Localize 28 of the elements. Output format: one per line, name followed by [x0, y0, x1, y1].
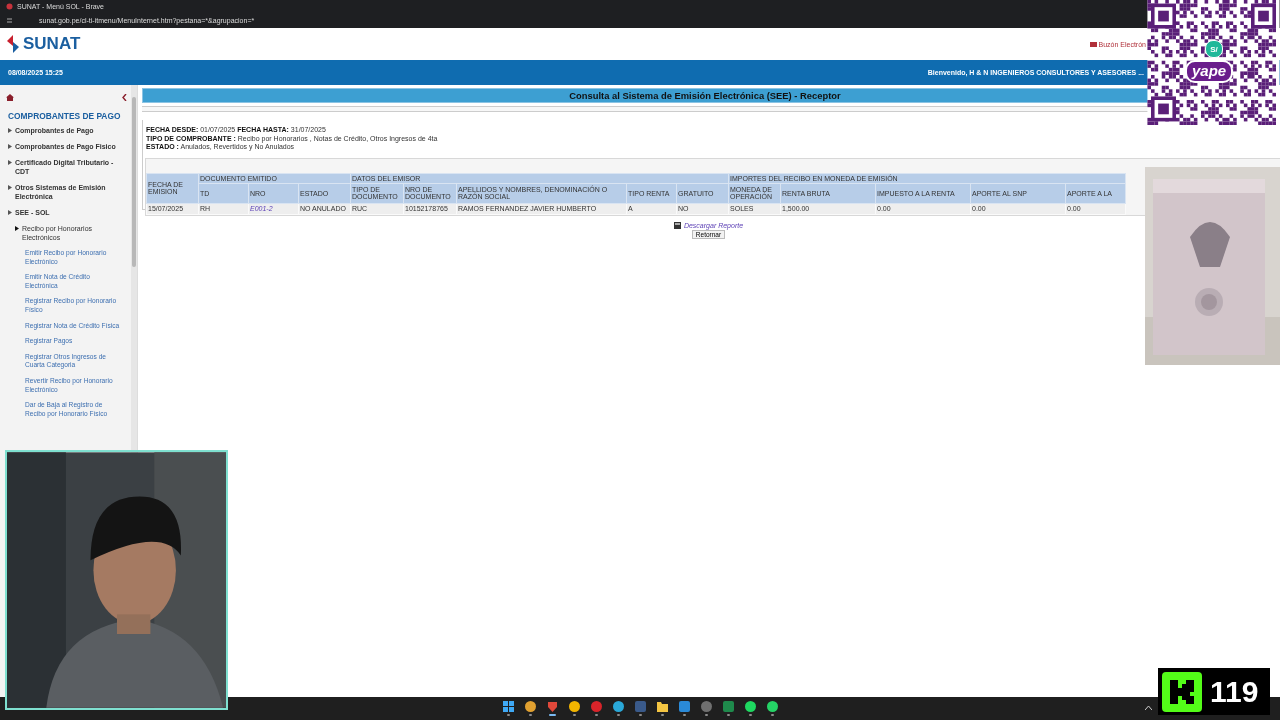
section-heading: COMPROBANTES DE PAGO: [8, 111, 122, 121]
app-icon[interactable]: [766, 701, 778, 712]
app-icon[interactable]: [744, 701, 756, 712]
app-icon[interactable]: [568, 701, 580, 712]
caret-icon[interactable]: [1145, 705, 1152, 710]
home-icon[interactable]: [6, 93, 14, 101]
envelope-icon: [1089, 41, 1097, 47]
triangle-icon: [8, 160, 12, 165]
tab-favicon-icon: [6, 2, 13, 10]
windows-start-icon[interactable]: [502, 701, 514, 712]
app-icon[interactable]: [524, 701, 536, 712]
logo-icon: [1162, 671, 1202, 712]
site-info-icon[interactable]: [6, 16, 13, 24]
triangle-icon: [15, 226, 19, 231]
app-icon[interactable]: [612, 701, 624, 712]
collapse-chevron-icon[interactable]: [122, 93, 127, 101]
triangle-icon: [8, 128, 12, 133]
report-icon: [673, 221, 681, 229]
logo-icon: [6, 34, 20, 54]
app-icon[interactable]: [656, 701, 668, 712]
triangle-icon: [8, 144, 12, 149]
triangle-icon: [8, 210, 12, 215]
scrollbar-thumb[interactable]: [132, 97, 136, 267]
triangle-icon: [8, 185, 12, 190]
payment-badge: yape: [1185, 60, 1234, 83]
follower-count: 119: [1210, 674, 1259, 709]
logo-text: SUNAT: [23, 34, 81, 54]
app-icon[interactable]: [678, 701, 690, 712]
